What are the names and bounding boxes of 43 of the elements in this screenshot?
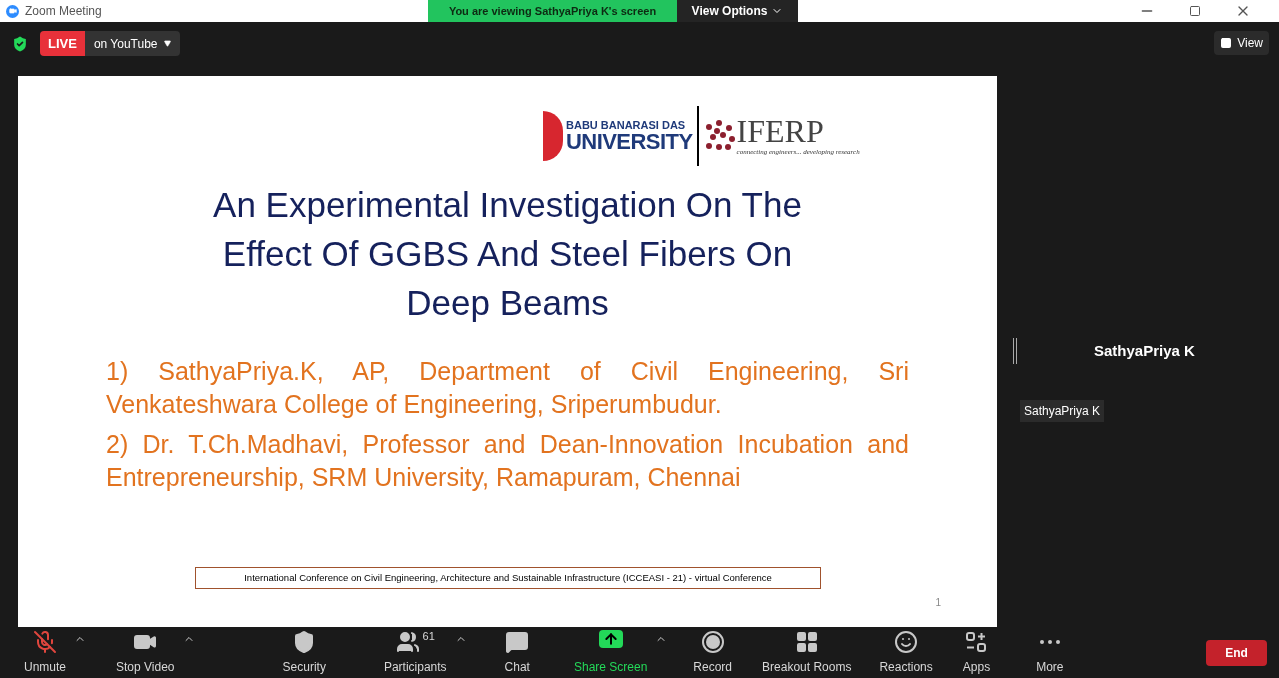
grid-icon xyxy=(794,630,819,654)
toolbar-button[interactable]: Chat xyxy=(496,630,538,676)
toolbar-button[interactable]: Reactions xyxy=(871,630,941,676)
toolbar-button[interactable]: Share Screen xyxy=(565,630,656,676)
page-number: 1 xyxy=(935,596,941,610)
author-line: 1) SathyaPriya.K, AP, Department of Civil Engineering, Sri Venkateshwara College of Engineering, Sriperumbudur. xyxy=(106,356,909,420)
people-icon xyxy=(395,630,420,654)
toolbar-button[interactable]: Security xyxy=(274,630,334,676)
resize-handle-icon[interactable] xyxy=(1013,338,1017,364)
smiley-icon xyxy=(894,630,919,654)
live-control[interactable]: LIVE on YouTube xyxy=(40,31,180,56)
view-button[interactable]: View xyxy=(1214,31,1269,55)
record-icon xyxy=(700,630,725,654)
university-logo-text: BABU BANARASI DAS UNIVERSITY xyxy=(566,119,693,153)
grid-icon xyxy=(1220,37,1233,49)
window-title: Zoom Meeting xyxy=(25,3,102,20)
share-banner: You are viewing SathyaPriya K's screen xyxy=(428,0,677,22)
participant-name: SathyaPriya K xyxy=(1094,340,1195,361)
live-badge: LIVE xyxy=(40,31,85,56)
toolbar-button[interactable]: More xyxy=(1028,630,1072,676)
more-icon xyxy=(1039,640,1060,644)
participant-count: 61 xyxy=(422,629,435,644)
toolbar-button[interactable]: Apps xyxy=(954,630,999,676)
conference-footer: International Conference on Civil Engineering, Architecture and Sustainable Infrastructure (ICCEASI - 21) - virtual Conference xyxy=(195,566,821,589)
dropdown-arrow-icon xyxy=(163,40,171,47)
apps-icon xyxy=(964,630,989,654)
toolbar-button[interactable]: 61 Participants xyxy=(375,630,455,676)
toolbar-button[interactable]: Breakout Rooms xyxy=(754,630,860,676)
university-logo-icon xyxy=(543,111,563,161)
toolbar-button[interactable]: Unmute xyxy=(16,630,75,676)
author-line: 2) Dr. T.Ch.Madhavi, Professor and Dean-Innovation Incubation and Entrepreneurship, SRM University, Ramapuram, Chennai xyxy=(106,429,909,493)
slide-title: An Experimental Investigation On The Effect Of GGBS And Steel Fibers On Deep Beams xyxy=(212,184,803,324)
zoom-logo-icon xyxy=(6,4,19,18)
end-button[interactable]: End xyxy=(1206,640,1267,666)
toolbar-button[interactable]: Stop Video xyxy=(108,630,183,676)
view-options-button[interactable]: View Options xyxy=(677,0,798,22)
live-target: on YouTube xyxy=(84,31,180,56)
chat-bubble-icon xyxy=(505,630,530,654)
share-screen-icon xyxy=(598,630,623,648)
participant-label: SathyaPriya K xyxy=(1020,400,1105,422)
iferp-logo-text: IFERP xyxy=(736,114,825,147)
toolbar-button[interactable]: Record xyxy=(685,630,741,676)
maximize-icon[interactable] xyxy=(1189,5,1201,17)
